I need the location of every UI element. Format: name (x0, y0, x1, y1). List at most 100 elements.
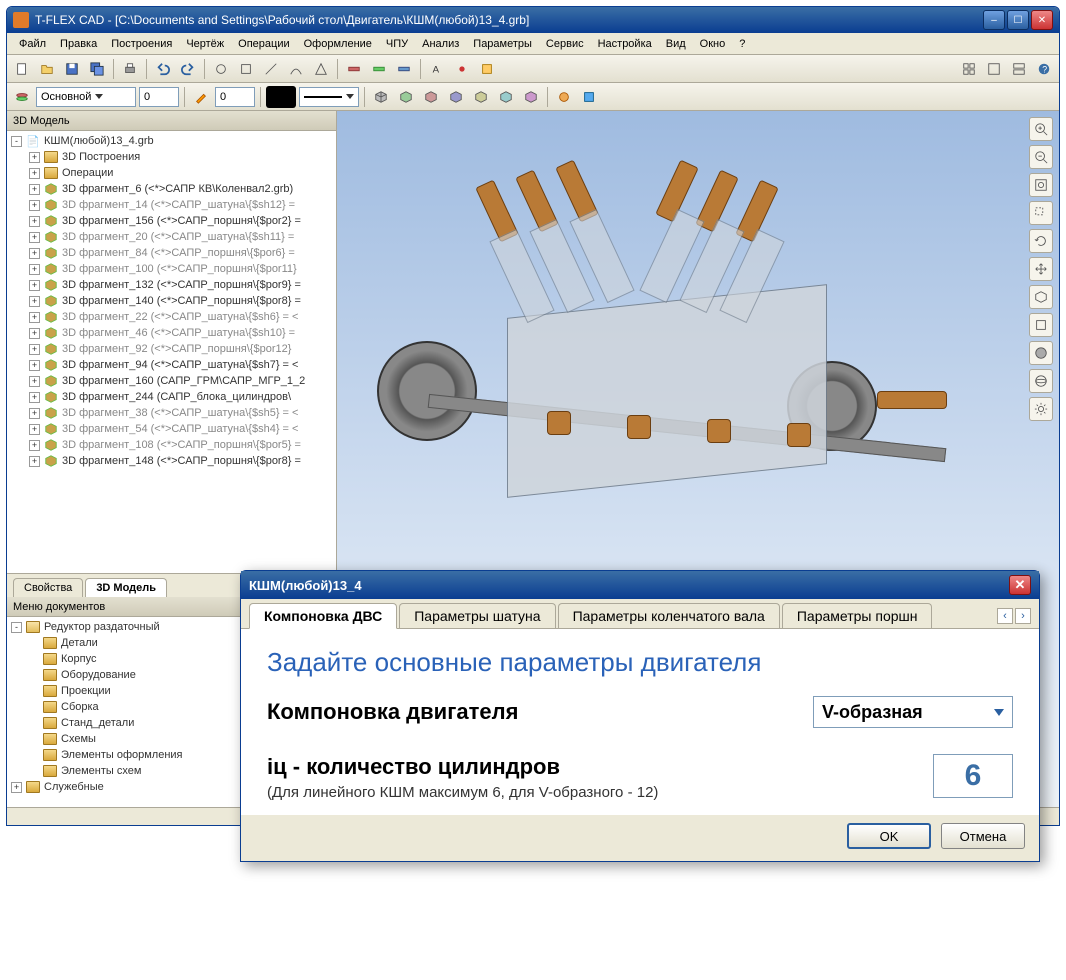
model-tree[interactable]: -📄КШМ(любой)13_4.grb+3D Построения+Опера… (7, 131, 336, 573)
menu-Сервис[interactable]: Сервис (540, 36, 590, 52)
pen-icon[interactable] (190, 86, 212, 108)
expand-icon[interactable]: + (29, 152, 40, 163)
menu-ЧПУ[interactable]: ЧПУ (380, 36, 414, 52)
tool-icon[interactable] (368, 58, 390, 80)
shade-icon[interactable] (1029, 341, 1053, 365)
help-icon[interactable]: ? (1033, 58, 1055, 80)
ok-button[interactable]: OK (847, 823, 931, 849)
tree-item[interactable]: +3D фрагмент_132 (<*>САПР_поршня\{$por9}… (7, 277, 336, 293)
tab-scroll-left-icon[interactable]: ‹ (997, 608, 1013, 624)
cancel-button[interactable]: Отмена (941, 823, 1025, 849)
expand-icon[interactable]: + (29, 216, 40, 227)
tree-item[interactable]: +3D фрагмент_156 (<*>САПР_поршня\{$por2}… (7, 213, 336, 229)
wireframe-icon[interactable] (1029, 369, 1053, 393)
zoom-out-icon[interactable] (1029, 145, 1053, 169)
expand-icon[interactable]: + (29, 456, 40, 467)
tree-item[interactable]: +3D фрагмент_14 (<*>САПР_шатуна\{$sh12} … (7, 197, 336, 213)
menu-?[interactable]: ? (733, 36, 751, 52)
expand-icon[interactable]: + (29, 408, 40, 419)
save-icon[interactable] (61, 58, 83, 80)
tree-item[interactable]: +3D Построения (7, 149, 336, 165)
settings-icon[interactable] (1029, 397, 1053, 421)
spin-2[interactable]: 0 (215, 87, 255, 107)
expand-icon[interactable]: + (29, 168, 40, 179)
tree-item[interactable]: +3D фрагмент_100 (<*>САПР_поршня\{$por11… (7, 261, 336, 277)
view-front-icon[interactable] (1029, 313, 1053, 337)
tree-item[interactable]: +3D фрагмент_22 (<*>САПР_шатуна\{$sh6} =… (7, 309, 336, 325)
dialog-tab[interactable]: Компоновка ДВС (249, 603, 397, 629)
tool-icon[interactable] (260, 58, 282, 80)
layout-select[interactable]: V-образная (813, 696, 1013, 728)
dialog-tab[interactable]: Параметры шатуна (399, 603, 555, 628)
expand-icon[interactable]: + (11, 782, 22, 793)
expand-icon[interactable]: + (29, 200, 40, 211)
close-button[interactable]: ✕ (1031, 10, 1053, 30)
tool-icon[interactable] (210, 58, 232, 80)
dialog-tab[interactable]: Параметры коленчатого вала (558, 603, 780, 628)
spin-1[interactable]: 0 (139, 87, 179, 107)
cube-icon[interactable] (370, 86, 392, 108)
tool-icon[interactable] (310, 58, 332, 80)
tree-item[interactable]: +3D фрагмент_160 (САПР_ГРМ\САПР_МГР_1_2 (7, 373, 336, 389)
cube-icon[interactable] (395, 86, 417, 108)
expand-icon[interactable]: + (29, 440, 40, 451)
tree-item[interactable]: +3D фрагмент_54 (<*>САПР_шатуна\{$sh4} =… (7, 421, 336, 437)
tree-item[interactable]: +3D фрагмент_244 (САПР_блока_цилиндров\ (7, 389, 336, 405)
expand-icon[interactable]: + (29, 392, 40, 403)
menu-Чертёж[interactable]: Чертёж (180, 36, 230, 52)
menu-Анализ[interactable]: Анализ (416, 36, 465, 52)
tool-icon[interactable] (393, 58, 415, 80)
menu-Параметры[interactable]: Параметры (467, 36, 538, 52)
tree-item[interactable]: +3D фрагмент_46 (<*>САПР_шатуна\{$sh10} … (7, 325, 336, 341)
tool-icon[interactable] (553, 86, 575, 108)
menu-Оформление[interactable]: Оформление (298, 36, 378, 52)
view-icon[interactable] (1008, 58, 1030, 80)
maximize-button[interactable]: ☐ (1007, 10, 1029, 30)
tree-item[interactable]: +Операции (7, 165, 336, 181)
layer-combo[interactable]: Основной (36, 87, 136, 107)
expand-icon[interactable]: + (29, 248, 40, 259)
new-icon[interactable] (11, 58, 33, 80)
tree-item[interactable]: +3D фрагмент_38 (<*>САПР_шатуна\{$sh5} =… (7, 405, 336, 421)
tool-icon[interactable] (285, 58, 307, 80)
tool-icon[interactable] (578, 86, 600, 108)
tool-icon[interactable] (235, 58, 257, 80)
menu-Настройка[interactable]: Настройка (592, 36, 658, 52)
panel-tab[interactable]: Свойства (13, 578, 83, 597)
cylinder-count-input[interactable]: 6 (933, 754, 1013, 798)
cube-icon[interactable] (495, 86, 517, 108)
expand-icon[interactable]: + (29, 424, 40, 435)
redo-icon[interactable] (177, 58, 199, 80)
tool-icon[interactable] (343, 58, 365, 80)
save-all-icon[interactable] (86, 58, 108, 80)
zoom-fit-icon[interactable] (1029, 173, 1053, 197)
tree-item[interactable]: +3D фрагмент_20 (<*>САПР_шатуна\{$sh11} … (7, 229, 336, 245)
expand-icon[interactable]: + (29, 232, 40, 243)
cube-icon[interactable] (445, 86, 467, 108)
undo-icon[interactable] (152, 58, 174, 80)
view-icon[interactable] (958, 58, 980, 80)
menu-Вид[interactable]: Вид (660, 36, 692, 52)
expand-icon[interactable]: + (29, 376, 40, 387)
menu-Правка[interactable]: Правка (54, 36, 103, 52)
pan-icon[interactable] (1029, 257, 1053, 281)
expand-icon[interactable]: + (29, 264, 40, 275)
minimize-button[interactable]: – (983, 10, 1005, 30)
tree-item[interactable]: +3D фрагмент_148 (<*>САПР_поршня\{$por8}… (7, 453, 336, 469)
expand-icon[interactable]: + (29, 360, 40, 371)
view-iso-icon[interactable] (1029, 285, 1053, 309)
tree-root[interactable]: -📄КШМ(любой)13_4.grb (7, 133, 336, 149)
tree-item[interactable]: +3D фрагмент_94 (<*>САПР_шатуна\{$sh7} =… (7, 357, 336, 373)
expand-icon[interactable]: + (29, 312, 40, 323)
expand-icon[interactable]: - (11, 622, 22, 633)
linestyle-combo[interactable] (299, 87, 359, 107)
open-icon[interactable] (36, 58, 58, 80)
view-icon[interactable] (983, 58, 1005, 80)
menu-Файл[interactable]: Файл (13, 36, 52, 52)
print-icon[interactable] (119, 58, 141, 80)
dialog-close-button[interactable]: ✕ (1009, 575, 1031, 595)
tree-item[interactable]: +3D фрагмент_84 (<*>САПР_поршня\{$por6} … (7, 245, 336, 261)
tree-item[interactable]: +3D фрагмент_6 (<*>САПР КВ\Коленвал2.grb… (7, 181, 336, 197)
tab-scroll-right-icon[interactable]: › (1015, 608, 1031, 624)
tree-item[interactable]: +3D фрагмент_92 (<*>САПР_поршня\{$por12} (7, 341, 336, 357)
